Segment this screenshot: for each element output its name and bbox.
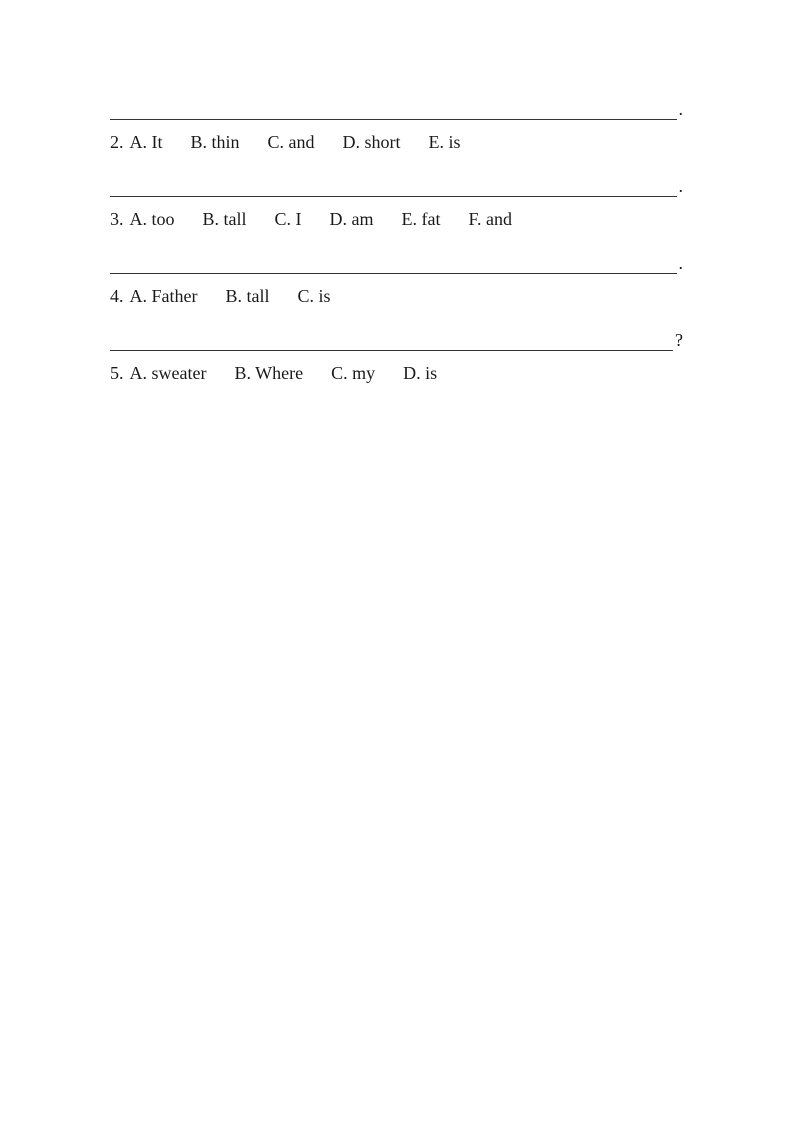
option-q3-0: A. too bbox=[130, 209, 175, 230]
question-number-q4: 4. bbox=[110, 286, 124, 307]
question-number-q2: 2. bbox=[110, 132, 124, 153]
option-q5-3: D. is bbox=[403, 363, 437, 384]
option-q3-1: B. tall bbox=[203, 209, 247, 230]
question-block-q4: . 4. A. Father B. tall C. is bbox=[110, 254, 683, 321]
answer-line-q5 bbox=[110, 331, 673, 351]
line-terminator-q3: . bbox=[679, 177, 684, 197]
options-row-q5: 5. A. sweater B. Where C. my D. is bbox=[110, 355, 683, 398]
option-q2-1: B. thin bbox=[191, 132, 240, 153]
question-number-q5: 5. bbox=[110, 363, 124, 384]
answer-line-row-q4: . bbox=[110, 254, 683, 274]
option-q4-2: C. is bbox=[297, 286, 330, 307]
question-block-q5: ? 5. A. sweater B. Where C. my D. is bbox=[110, 331, 683, 398]
option-q3-4: E. fat bbox=[402, 209, 441, 230]
question-block-q2: . 2. A. It B. thin C. and D. short E. is bbox=[110, 100, 683, 167]
option-q3-3: D. am bbox=[330, 209, 374, 230]
option-q2-3: D. short bbox=[343, 132, 401, 153]
option-q3-2: C. I bbox=[275, 209, 302, 230]
answer-line-q3 bbox=[110, 177, 677, 197]
option-q5-1: B. Where bbox=[234, 363, 303, 384]
option-q4-0: A. Father bbox=[130, 286, 198, 307]
question-block-q3: . 3. A. too B. tall C. I D. am E. fat F. and bbox=[110, 177, 683, 244]
option-q2-4: E. is bbox=[429, 132, 461, 153]
answer-line-row-q2: . bbox=[110, 100, 683, 120]
option-q4-1: B. tall bbox=[225, 286, 269, 307]
answer-line-row-q3: . bbox=[110, 177, 683, 197]
answer-line-q2 bbox=[110, 100, 677, 120]
line-terminator-q5: ? bbox=[675, 331, 683, 351]
answer-line-row-q5: ? bbox=[110, 331, 683, 351]
option-q2-2: C. and bbox=[268, 132, 315, 153]
option-q5-0: A. sweater bbox=[130, 363, 207, 384]
options-row-q2: 2. A. It B. thin C. and D. short E. is bbox=[110, 124, 683, 167]
options-row-q4: 4. A. Father B. tall C. is bbox=[110, 278, 683, 321]
line-terminator-q4: . bbox=[679, 254, 684, 274]
page: . 2. A. It B. thin C. and D. short E. is. 3. A. … bbox=[0, 0, 793, 488]
answer-line-q4 bbox=[110, 254, 677, 274]
options-row-q3: 3. A. too B. tall C. I D. am E. fat F. and bbox=[110, 201, 683, 244]
option-q2-0: A. It bbox=[130, 132, 163, 153]
line-terminator-q2: . bbox=[679, 100, 684, 120]
question-number-q3: 3. bbox=[110, 209, 124, 230]
option-q3-5: F. and bbox=[468, 209, 512, 230]
option-q5-2: C. my bbox=[331, 363, 375, 384]
